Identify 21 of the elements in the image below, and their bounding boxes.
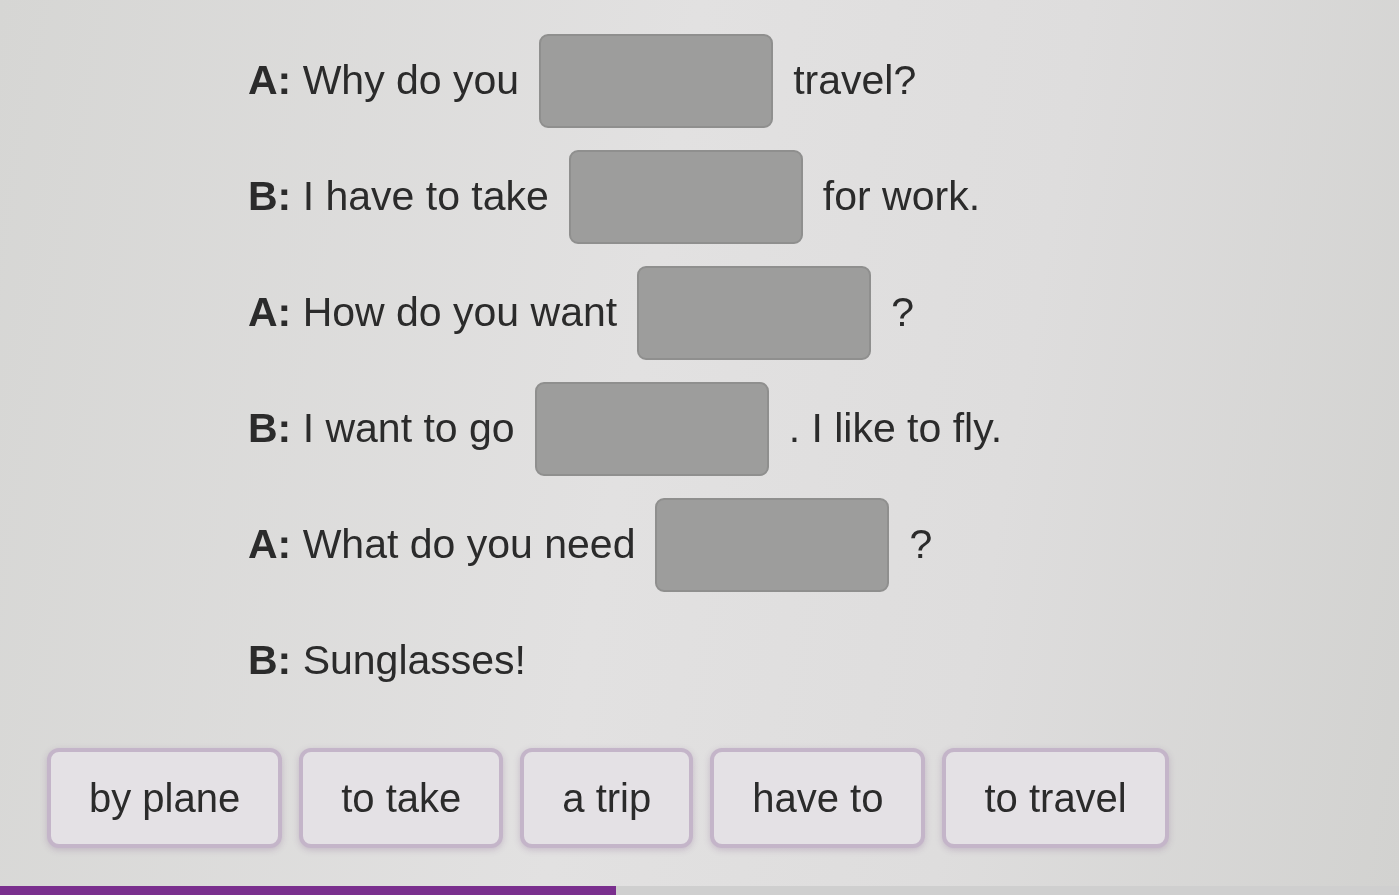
dialogue-text: . I like to fly. [788,405,1003,453]
word-chip[interactable]: by plane [47,748,283,848]
word-chip[interactable]: a trip [520,748,694,848]
dialogue-text: B: I have to take [248,173,549,221]
answer-box[interactable] [539,34,774,128]
dialogue-text: ? [891,289,914,337]
dialogue-text: B: I want to go [248,405,515,453]
answer-box[interactable] [655,498,890,592]
word-chip[interactable]: to take [299,748,504,848]
word-chip[interactable]: have to [710,748,926,848]
dialogue-text: B: Sunglasses! [248,637,526,685]
dialogue-text: travel? [793,57,917,105]
answer-box[interactable] [637,266,872,360]
answer-box[interactable] [534,382,769,476]
dialogue-text: A: How do you want [248,289,618,337]
dialogue-text: A: Why do you [248,57,520,105]
dialogue-text: for work. [822,173,981,221]
dialogue-text: ? [909,521,933,569]
word-chip[interactable]: to travel [942,748,1169,848]
dialogue-text: A: What do you need [248,521,636,569]
answer-box[interactable] [568,150,803,244]
